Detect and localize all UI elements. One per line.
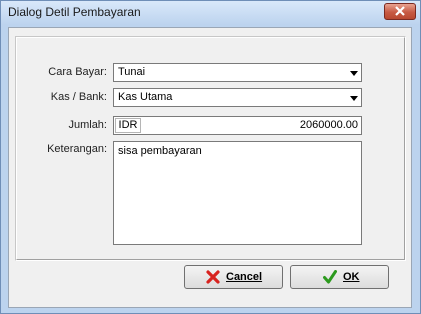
chevron-down-icon: [350, 96, 358, 101]
cancel-button[interactable]: Cancel: [184, 265, 283, 289]
currency-badge: IDR: [115, 118, 141, 133]
close-button[interactable]: [384, 3, 416, 20]
green-check-icon: [323, 270, 337, 284]
form-panel: Cara Bayar: Tunai Kas / Bank: Kas Utama …: [15, 36, 406, 261]
kas-bank-label: Kas / Bank:: [50, 91, 107, 103]
keterangan-textarea[interactable]: sisa pembayaran: [113, 141, 362, 245]
kas-bank-select[interactable]: Kas Utama: [113, 88, 362, 107]
jumlah-label: Jumlah:: [68, 119, 107, 131]
keterangan-value: sisa pembayaran: [118, 145, 202, 157]
ok-label: OK: [343, 271, 360, 283]
dialog-window: Dialog Detil Pembayaran Cara Bayar: Tuna…: [0, 0, 421, 314]
keterangan-label: Keterangan:: [47, 143, 107, 155]
dialog-client-area: Cara Bayar: Tunai Kas / Bank: Kas Utama …: [8, 27, 412, 308]
chevron-down-icon: [350, 71, 358, 76]
cara-bayar-label: Cara Bayar:: [48, 66, 107, 78]
cara-bayar-select[interactable]: Tunai: [113, 63, 362, 82]
jumlah-input[interactable]: IDR 2060000.00: [113, 116, 362, 135]
title-bar[interactable]: Dialog Detil Pembayaran: [1, 1, 420, 25]
close-icon: [395, 6, 405, 16]
kas-bank-value: Kas Utama: [118, 91, 173, 103]
cancel-label: Cancel: [226, 271, 263, 283]
window-title: Dialog Detil Pembayaran: [8, 5, 141, 19]
jumlah-value: 2060000.00: [299, 119, 358, 131]
red-x-icon: [206, 270, 220, 284]
ok-button[interactable]: OK: [290, 265, 389, 289]
cara-bayar-value: Tunai: [118, 66, 146, 78]
